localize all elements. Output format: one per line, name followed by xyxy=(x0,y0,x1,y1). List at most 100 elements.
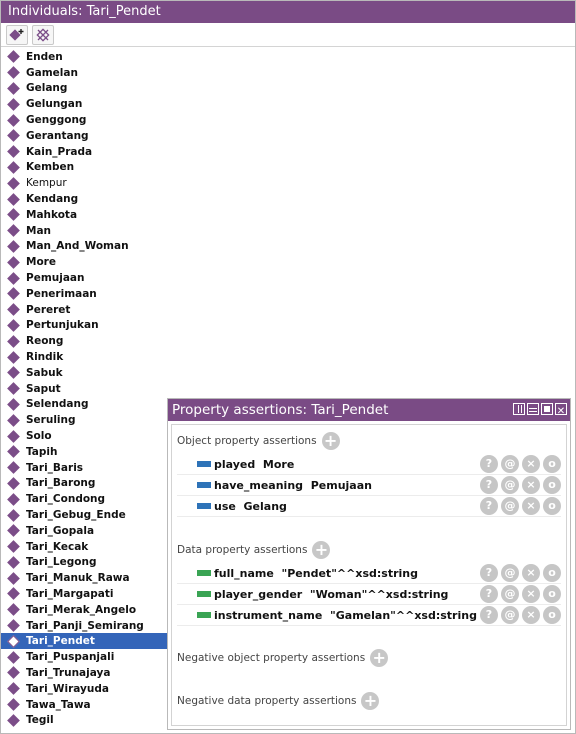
object-assertion-row[interactable]: use Gelang? @ × o xyxy=(177,496,561,517)
individual-item[interactable]: Tari_Merak_Angelo xyxy=(1,602,170,618)
assertion-spacer xyxy=(322,609,330,622)
individual-item[interactable]: Tari_Barong xyxy=(1,476,170,492)
split-vertical-icon[interactable] xyxy=(513,403,525,415)
individual-item[interactable]: Tari_Pendet xyxy=(1,633,170,650)
individual-item[interactable]: Selendang xyxy=(1,397,170,413)
individual-label: Saput xyxy=(26,382,61,395)
individual-icon xyxy=(7,413,20,427)
individual-item[interactable]: Mahkota xyxy=(1,207,170,223)
individual-item[interactable]: Penerimaan xyxy=(1,286,170,302)
explain-button[interactable]: ? xyxy=(480,585,498,603)
individual-icon xyxy=(7,113,20,127)
individual-item[interactable]: Man_And_Woman xyxy=(1,239,170,255)
individual-item[interactable]: Kempur xyxy=(1,175,170,191)
float-window-icon[interactable] xyxy=(541,403,553,415)
edit-button[interactable]: o xyxy=(543,455,561,473)
individual-item[interactable]: Tari_Legong xyxy=(1,555,170,571)
individual-icon xyxy=(7,50,20,64)
individual-item[interactable]: Man xyxy=(1,223,170,239)
annotate-button[interactable]: @ xyxy=(501,606,519,624)
data-assertion-row[interactable]: player_gender "Woman"^^xsd:string? @ × o xyxy=(177,584,561,605)
individual-item[interactable]: Gelungan xyxy=(1,96,170,112)
explain-button[interactable]: ? xyxy=(480,455,498,473)
individual-item[interactable]: Gamelan xyxy=(1,65,170,81)
individual-item[interactable]: Enden xyxy=(1,49,170,65)
individual-item[interactable]: Tari_Gebug_Ende xyxy=(1,507,170,523)
add-data-property-button[interactable]: + xyxy=(312,541,331,559)
object-assertion-row[interactable]: have_meaning Pemujaan? @ × o xyxy=(177,475,561,496)
individual-item[interactable]: Tegil xyxy=(1,712,170,728)
row-buttons: ? @ × o xyxy=(480,606,561,624)
individual-item[interactable]: Tari_Puspanjali xyxy=(1,649,170,665)
individual-item[interactable]: Pereret xyxy=(1,302,170,318)
explain-button[interactable]: ? xyxy=(480,606,498,624)
individual-item[interactable]: Sabuk xyxy=(1,365,170,381)
individual-item[interactable]: Tari_Condong xyxy=(1,491,170,507)
individual-icon xyxy=(7,208,20,222)
individual-item[interactable]: Saput xyxy=(1,381,170,397)
individual-item[interactable]: Reong xyxy=(1,333,170,349)
delete-button[interactable]: × xyxy=(522,497,540,515)
annotate-button[interactable]: @ xyxy=(501,476,519,494)
individual-item[interactable]: Seruling xyxy=(1,412,170,428)
individual-item[interactable]: Tari_Trunajaya xyxy=(1,665,170,681)
object-property-heading-label: Object property assertions xyxy=(177,435,317,447)
individual-item[interactable]: Tari_Kecak xyxy=(1,539,170,555)
edit-button[interactable]: o xyxy=(543,564,561,582)
individual-item[interactable]: Kain_Prada xyxy=(1,144,170,160)
individual-icon xyxy=(7,176,20,190)
add-object-property-button[interactable]: + xyxy=(321,432,340,450)
delete-individual-button[interactable] xyxy=(32,24,54,45)
individual-item[interactable]: Tari_Baris xyxy=(1,460,170,476)
individual-item[interactable]: Tari_Wirayuda xyxy=(1,681,170,697)
annotate-button[interactable]: @ xyxy=(501,585,519,603)
individual-icon xyxy=(7,145,20,159)
close-view-icon[interactable] xyxy=(555,401,567,423)
delete-button[interactable]: × xyxy=(522,606,540,624)
add-negative-data-property-button[interactable]: + xyxy=(361,692,380,710)
data-property-icon xyxy=(197,570,211,576)
add-negative-object-property-button[interactable]: + xyxy=(370,649,389,667)
individual-item[interactable]: Tari_Manuk_Rawa xyxy=(1,570,170,586)
split-horizontal-icon[interactable] xyxy=(527,403,539,415)
add-individual-button[interactable] xyxy=(6,24,28,45)
edit-button[interactable]: o xyxy=(543,476,561,494)
edit-button[interactable]: o xyxy=(543,606,561,624)
annotate-button[interactable]: @ xyxy=(501,497,519,515)
data-assertion-row[interactable]: full_name "Pendet"^^xsd:string? @ × o xyxy=(177,563,561,584)
annotate-button[interactable]: @ xyxy=(501,455,519,473)
individual-item[interactable]: Rindik xyxy=(1,349,170,365)
individual-item[interactable]: Pemujaan xyxy=(1,270,170,286)
individual-item[interactable]: Kemben xyxy=(1,160,170,176)
assertion-value: "Woman"^^xsd:string xyxy=(309,587,449,601)
explain-button[interactable]: ? xyxy=(480,476,498,494)
individual-label: Kempur xyxy=(26,177,67,190)
object-assertion-row[interactable]: played More? @ × o xyxy=(177,454,561,475)
delete-button[interactable]: × xyxy=(522,455,540,473)
individual-item[interactable]: Tari_Panji_Semirang xyxy=(1,618,170,634)
individual-label: Tari_Panji_Semirang xyxy=(26,619,144,632)
individual-item[interactable]: Tari_Gopala xyxy=(1,523,170,539)
individual-item[interactable]: Genggong xyxy=(1,112,170,128)
individual-item[interactable]: Kendang xyxy=(1,191,170,207)
delete-button[interactable]: × xyxy=(522,564,540,582)
edit-button[interactable]: o xyxy=(543,585,561,603)
data-assertion-row[interactable]: instrument_name "Gamelan"^^xsd:string? @ ×… xyxy=(177,605,561,626)
explain-button[interactable]: ? xyxy=(480,564,498,582)
individual-item[interactable]: Solo xyxy=(1,428,170,444)
individual-item[interactable]: Gelang xyxy=(1,81,170,97)
individual-item[interactable]: Pertunjukan xyxy=(1,318,170,334)
edit-button[interactable]: o xyxy=(543,497,561,515)
annotate-button[interactable]: @ xyxy=(501,564,519,582)
individual-item[interactable]: Tawa_Tawa xyxy=(1,697,170,713)
delete-button[interactable]: × xyxy=(522,585,540,603)
individual-item[interactable]: Tari_Margapati xyxy=(1,586,170,602)
individual-icon xyxy=(7,255,20,269)
individual-label: Penerimaan xyxy=(26,287,97,300)
individual-label: Gelungan xyxy=(26,98,83,111)
individual-item[interactable]: Gerantang xyxy=(1,128,170,144)
individual-item[interactable]: More xyxy=(1,254,170,270)
delete-button[interactable]: × xyxy=(522,476,540,494)
explain-button[interactable]: ? xyxy=(480,497,498,515)
individual-item[interactable]: Tapih xyxy=(1,444,170,460)
